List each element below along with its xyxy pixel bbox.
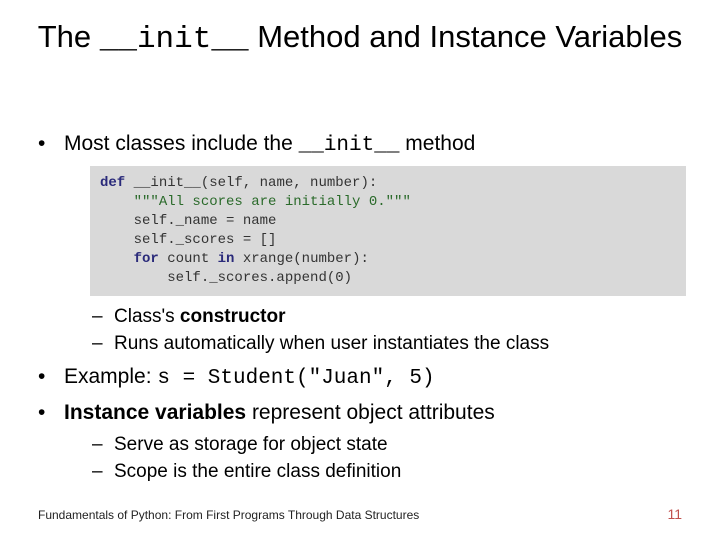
sub-bullet-1: Class's constructor (64, 304, 688, 330)
code-kw-for: for (134, 251, 159, 267)
slide-title: The __init__ Method and Instance Variabl… (0, 18, 720, 60)
slide-body: Most classes include the __init__ method… (38, 130, 688, 491)
code-line5-rest: xrange(number): (234, 251, 368, 267)
title-pre: The (38, 19, 100, 54)
bullet-2: Example: s = Student("Juan", 5) (38, 363, 688, 393)
bullet-1: Most classes include the __init__ method… (38, 130, 688, 357)
sublist-1: Class's constructor Runs automatically w… (64, 304, 688, 357)
sub-bullet-2: Runs automatically when user instantiate… (64, 331, 688, 357)
bullet-2-code: s = Student("Juan", 5) (157, 367, 434, 390)
code-block: def __init__(self, name, number): """All… (90, 166, 686, 295)
slide: The __init__ Method and Instance Variabl… (0, 0, 720, 540)
bullet-list: Most classes include the __init__ method… (38, 130, 688, 485)
sub-bullet-4: Scope is the entire class definition (64, 459, 688, 485)
bullet-3: Instance variables represent object attr… (38, 399, 688, 485)
sub1-pre: Class's (114, 306, 180, 327)
bullet-3-bold: Instance variables (64, 401, 246, 424)
code-line5-mid: count (159, 251, 218, 267)
page-number: 11 (667, 506, 682, 522)
sub4-text: Scope is the entire class definition (114, 461, 401, 482)
sublist-2: Serve as storage for object state Scope … (64, 432, 688, 485)
code-docstring: """All scores are initially 0.""" (134, 194, 411, 210)
code-line6: self._scores.append(0) (167, 270, 352, 286)
bullet-1-code: __init__ (299, 134, 400, 157)
sub1-bold: constructor (180, 306, 286, 327)
title-code: __init__ (100, 22, 249, 57)
sub2-text: Runs automatically when user instantiate… (114, 333, 549, 354)
code-line4: self._scores = [] (134, 232, 277, 248)
code-line3: self._name = name (134, 213, 277, 229)
bullet-3-post: represent object attributes (246, 401, 495, 424)
sub3-text: Serve as storage for object state (114, 434, 388, 455)
bullet-1-post: method (399, 132, 475, 155)
footer-text: Fundamentals of Python: From First Progr… (38, 508, 682, 522)
title-post: Method and Instance Variables (249, 19, 683, 54)
code-line1-rest: __init__(self, name, number): (125, 175, 377, 191)
sub-bullet-3: Serve as storage for object state (64, 432, 688, 458)
bullet-1-pre: Most classes include the (64, 132, 299, 155)
code-kw-def: def (100, 175, 125, 191)
bullet-2-pre: Example: (64, 365, 157, 388)
code-kw-in: in (218, 251, 235, 267)
